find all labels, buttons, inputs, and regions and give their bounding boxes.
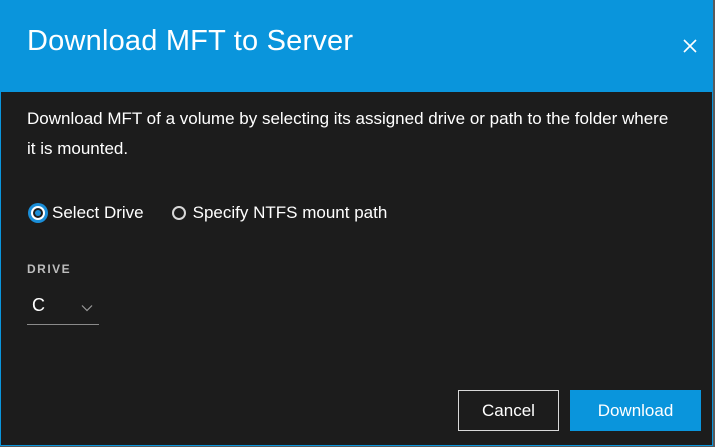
select-drive-radio[interactable]: Select Drive — [31, 203, 144, 223]
mount-source-radio-group: Select Drive Specify NTFS mount path — [31, 200, 387, 226]
download-mft-dialog: Download MFT to Server Download MFT of a… — [0, 0, 713, 446]
dialog-header: Download MFT to Server — [1, 0, 712, 92]
select-drive-label: Select Drive — [52, 203, 144, 222]
radio-unchecked-icon — [171, 206, 186, 220]
radio-checked-icon — [31, 206, 45, 220]
ntfs-mount-path-radio[interactable]: Specify NTFS mount path — [171, 203, 388, 223]
download-button[interactable]: Download — [570, 390, 701, 431]
drive-select[interactable]: C — [27, 293, 99, 325]
dialog-description: Download MFT of a volume by selecting it… — [27, 109, 669, 158]
close-icon — [683, 39, 697, 53]
drive-select-value: C — [32, 295, 45, 315]
close-button[interactable] — [678, 34, 702, 58]
dialog-title: Download MFT to Server — [27, 25, 354, 57]
chevron-down-icon — [81, 305, 93, 312]
ntfs-mount-path-label: Specify NTFS mount path — [192, 203, 388, 222]
cancel-button[interactable]: Cancel — [458, 390, 559, 431]
drive-field-label: DRIVE — [27, 262, 72, 276]
